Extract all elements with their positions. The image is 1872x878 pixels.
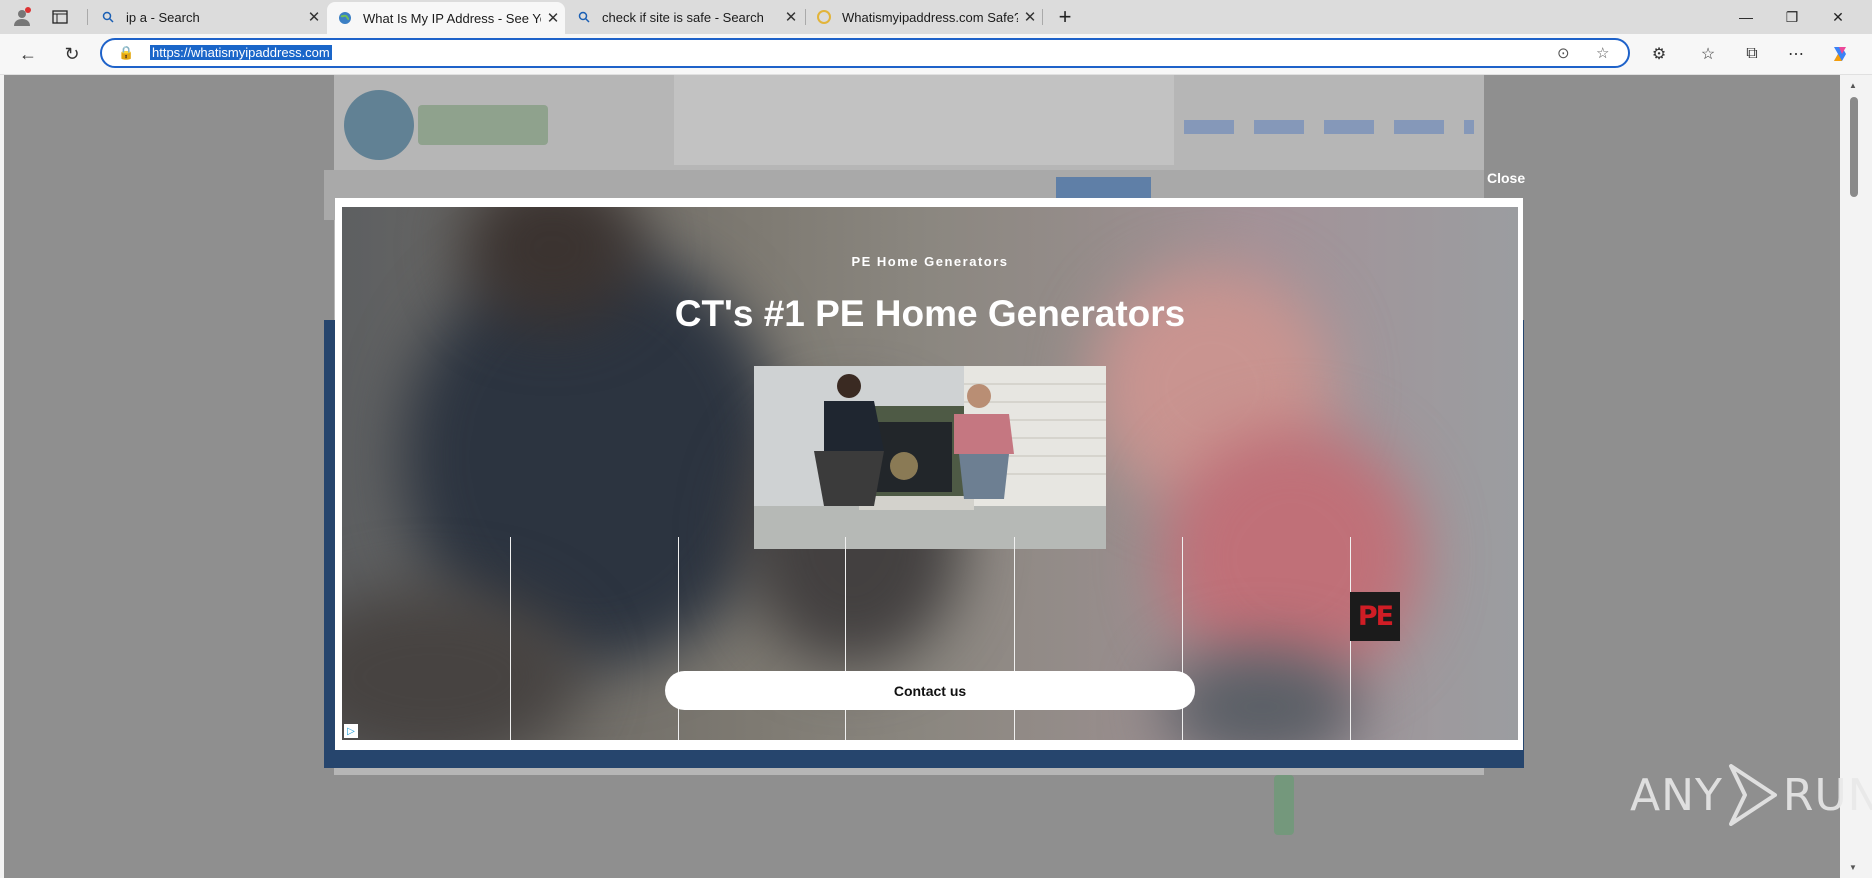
tab-ip-search[interactable]: ip a - Search ✕ <box>90 2 326 32</box>
tab-title: check if site is safe - Search <box>602 9 764 25</box>
web-icon <box>816 9 832 25</box>
scroll-down-icon[interactable]: ▼ <box>1849 863 1857 872</box>
site-widget <box>1274 775 1294 835</box>
close-tab-icon[interactable]: ✕ <box>779 8 803 26</box>
tab-title: ip a - Search <box>126 9 200 25</box>
search-icon <box>100 9 116 25</box>
scroll-up-icon[interactable]: ▲ <box>1849 81 1857 90</box>
scrollbar[interactable]: ▲ ▼ <box>1840 75 1872 878</box>
close-tab-icon[interactable]: ✕ <box>1018 8 1042 26</box>
close-tab-icon[interactable]: ✕ <box>541 9 565 27</box>
url-text[interactable]: https://whatismyipaddress.com <box>150 45 332 60</box>
profile-icon[interactable] <box>2 0 42 34</box>
minimize-icon[interactable]: — <box>1723 0 1769 34</box>
favorite-star-icon[interactable]: ☆ <box>1596 44 1609 62</box>
site-logo <box>344 90 414 160</box>
back-icon[interactable]: ← <box>12 38 44 70</box>
pe-logo-text: PE <box>1357 601 1394 632</box>
lock-icon[interactable]: 🔒 <box>118 45 134 61</box>
pe-logo[interactable]: PE <box>1350 592 1400 641</box>
favorites-icon[interactable]: ☆ <box>1692 38 1724 70</box>
search-icon <box>576 9 592 25</box>
more-options-icon[interactable]: ⋯ <box>1780 38 1812 70</box>
notification-popup <box>674 75 1174 165</box>
ad-sponsor: PE Home Generators <box>851 254 1009 269</box>
tab-whatismyip[interactable]: What Is My IP Address - See Your ✕ <box>327 2 565 34</box>
address-bar[interactable]: 🔒 https://whatismyipaddress.com ⊙ ☆ <box>100 38 1630 68</box>
tab-actions-icon[interactable] <box>40 0 80 34</box>
refresh-icon[interactable]: ↻ <box>56 38 88 70</box>
watermark-text-right: RUN <box>1782 769 1872 821</box>
close-ad-button[interactable]: Close <box>1487 170 1525 186</box>
play-logo-icon <box>1728 764 1777 826</box>
tab-title: What Is My IP Address - See Your <box>363 10 541 26</box>
restore-icon[interactable]: ❐ <box>1769 0 1815 34</box>
adchoices-icon[interactable]: ▷ <box>344 724 358 738</box>
contact-us-button[interactable]: Contact us <box>665 671 1195 710</box>
tab-strip: ip a - Search ✕ What Is My IP Address - … <box>0 0 1872 34</box>
tab-title: Whatismyipaddress.com Safe? Ch <box>842 9 1018 25</box>
reading-mode-icon[interactable]: ⊙ <box>1557 44 1570 62</box>
close-tab-icon[interactable]: ✕ <box>302 8 326 26</box>
ad-product-image[interactable] <box>754 366 1106 549</box>
ad-headline: CT's #1 PE Home Generators <box>674 293 1186 334</box>
tab-safety-check[interactable]: Whatismyipaddress.com Safe? Ch ✕ <box>806 2 1042 32</box>
new-tab-icon[interactable]: + <box>1043 0 1087 34</box>
tab-safe-search[interactable]: check if site is safe - Search ✕ <box>566 2 803 32</box>
close-window-icon[interactable]: ✕ <box>1815 0 1861 34</box>
anyrun-watermark: ANY RUN <box>1630 760 1872 830</box>
site-nav <box>1184 120 1474 134</box>
globe-icon <box>337 10 353 26</box>
scrollbar-thumb[interactable] <box>1850 97 1858 197</box>
collections-icon[interactable]: ⧉ <box>1736 38 1768 70</box>
copilot-icon[interactable] <box>1824 38 1856 70</box>
site-logo-text <box>418 105 548 145</box>
watermark-text-left: ANY <box>1630 769 1723 821</box>
toolbar: ← ↻ 🔒 https://whatismyipaddress.com ⊙ ☆ … <box>0 34 1872 75</box>
extensions-icon[interactable]: ⚙ <box>1643 38 1675 70</box>
